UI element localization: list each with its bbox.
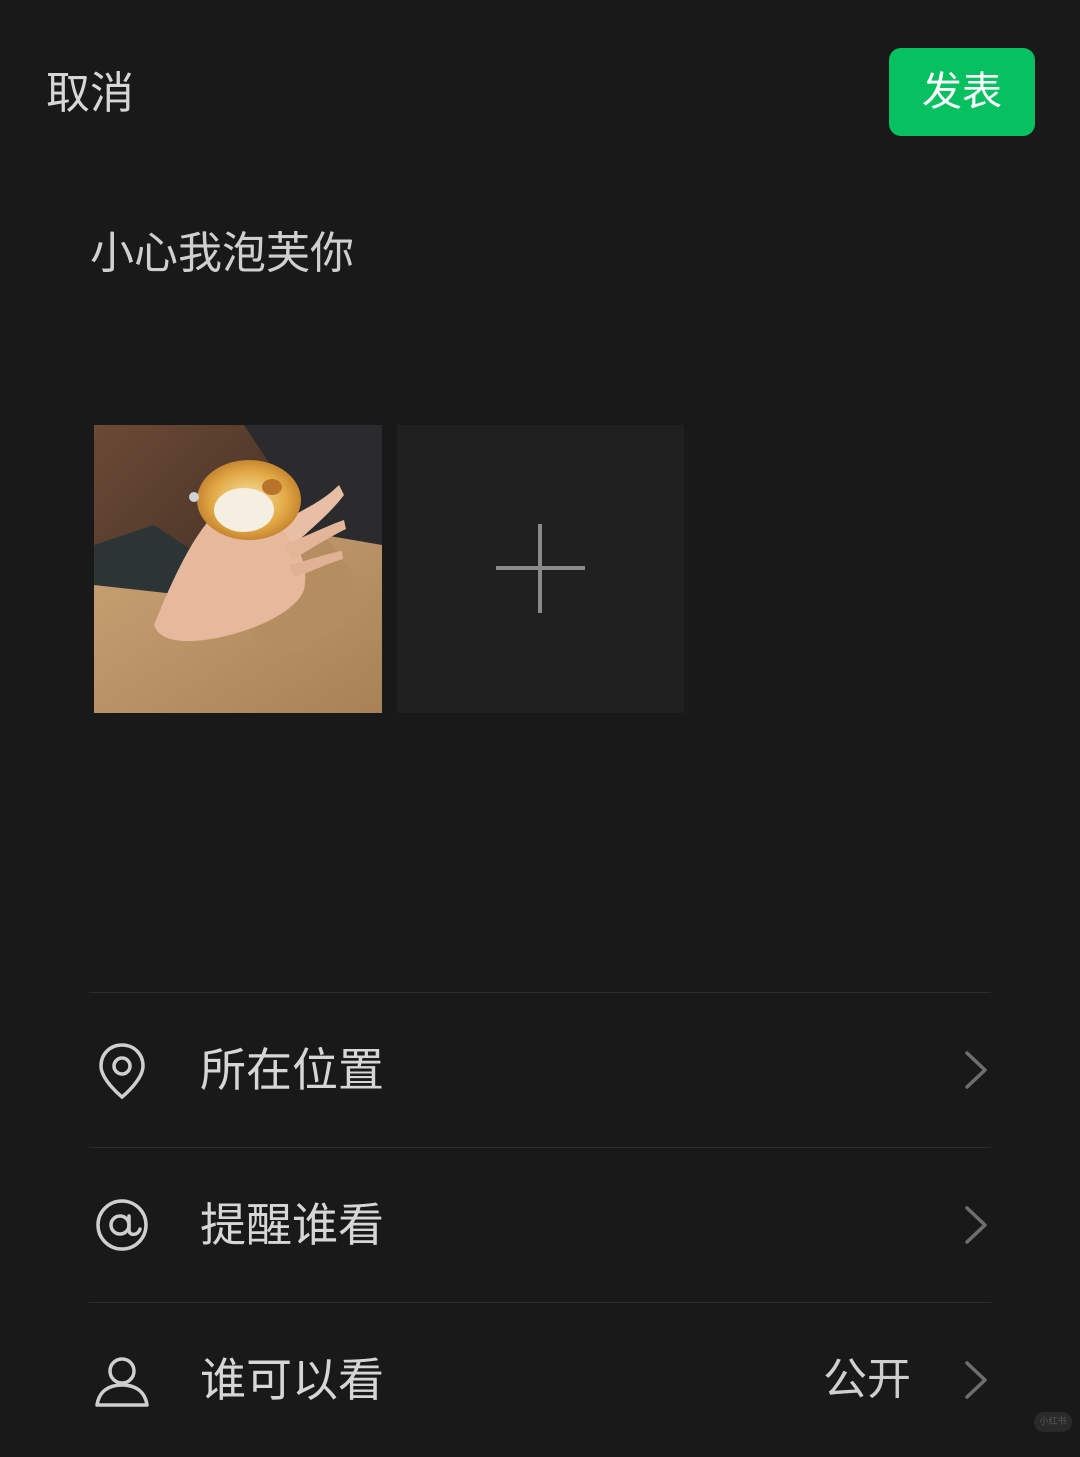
photo-thumbnail[interactable] — [94, 425, 382, 713]
visibility-row[interactable]: 谁可以看 公开 — [89, 1303, 991, 1457]
mention-label: 提醒谁看 — [200, 1198, 384, 1252]
post-text-input[interactable]: 小心我泡芙你 — [90, 222, 354, 286]
chevron-right-icon — [965, 1361, 987, 1399]
cancel-button[interactable]: 取消 — [46, 62, 134, 126]
chevron-right-icon — [965, 1206, 987, 1244]
add-photo-button[interactable] — [397, 425, 684, 713]
mention-row[interactable]: 提醒谁看 — [89, 1148, 991, 1302]
at-sign-icon — [96, 1199, 148, 1251]
cream-puff-photo — [94, 425, 382, 713]
visibility-value: 公开 — [823, 1354, 911, 1405]
publish-button[interactable]: 发表 — [889, 48, 1035, 136]
location-pin-icon — [99, 1043, 145, 1100]
visibility-label: 谁可以看 — [200, 1353, 384, 1407]
location-label: 所在位置 — [200, 1043, 384, 1097]
person-icon — [95, 1357, 149, 1407]
chevron-right-icon — [965, 1051, 987, 1089]
location-row[interactable]: 所在位置 — [89, 993, 991, 1147]
watermark-logo: 小红书 — [1034, 1412, 1072, 1432]
